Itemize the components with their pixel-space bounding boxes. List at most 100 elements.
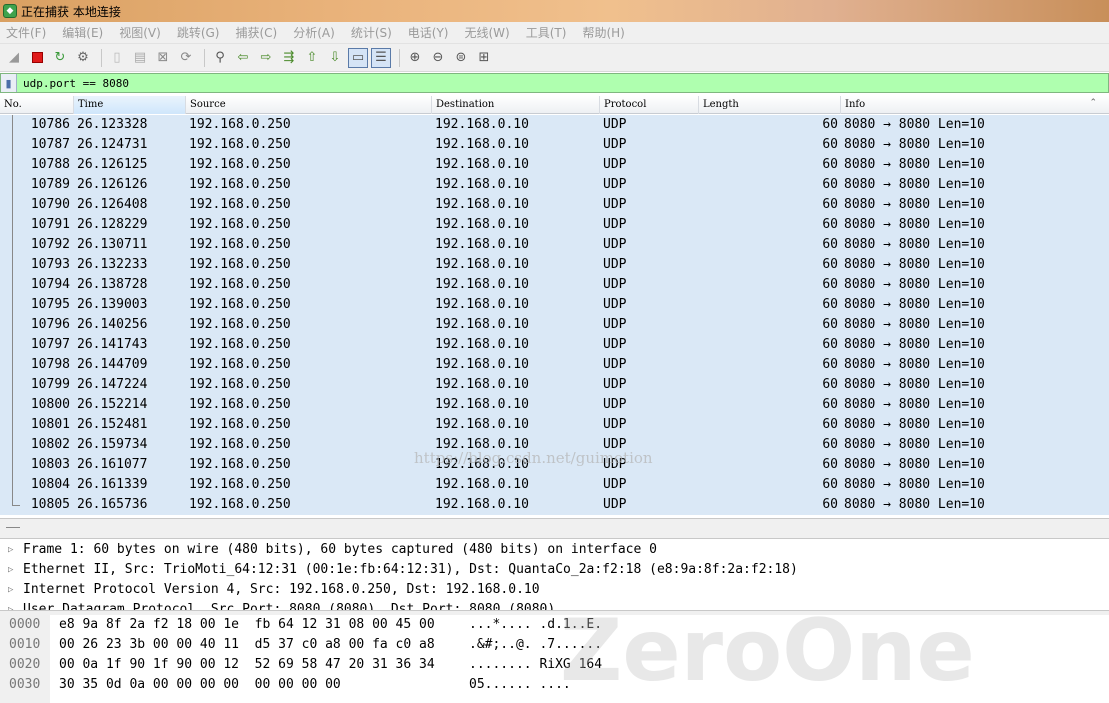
byte-ascii[interactable]: ...*.... .d.1..E.: [469, 615, 602, 635]
detail-ethernet[interactable]: ▷ Ethernet II, Src: TrioMoti_64:12:31 (00…: [0, 560, 1109, 580]
table-row[interactable]: 10796 26.140256 192.168.0.250 192.168.0.10 U…: [0, 315, 1109, 335]
capture-options-icon[interactable]: ⚙: [73, 48, 93, 68]
expand-arrow-icon[interactable]: ▷: [8, 560, 13, 580]
resize-columns-icon[interactable]: ⊞: [474, 48, 494, 68]
expand-arrow-icon[interactable]: ▷: [8, 600, 13, 610]
table-row[interactable]: 10803 26.161077 192.168.0.250 192.168.0.10 U…: [0, 455, 1109, 475]
cell-no: 10794: [30, 277, 70, 292]
byte-row[interactable]: 0000 e8 9a 8f 2a f2 18 00 1e fb 64 12 31…: [0, 615, 1109, 635]
menu-telephony[interactable]: 电话(Y): [408, 24, 449, 41]
table-row[interactable]: 10791 26.128229 192.168.0.250 192.168.0.10 U…: [0, 215, 1109, 235]
packet-list[interactable]: No. Time Source Destination Protocol Len…: [0, 96, 1109, 516]
last-packet-icon[interactable]: ⇩: [325, 48, 345, 68]
cell-length: 60: [822, 457, 838, 472]
cell-time: 26.130711: [77, 237, 148, 252]
first-packet-icon[interactable]: ⇧: [302, 48, 322, 68]
byte-ascii[interactable]: ........ RiXG 164: [469, 655, 602, 675]
packet-bytes-pane: 0000 e8 9a 8f 2a f2 18 00 1e fb 64 12 31…: [0, 615, 1109, 703]
byte-ascii[interactable]: .&#;..@. .7......: [469, 635, 602, 655]
go-to-packet-icon[interactable]: ⇶: [279, 48, 299, 68]
cell-source: 192.168.0.250: [189, 177, 291, 192]
cell-protocol: UDP: [603, 437, 627, 452]
table-row[interactable]: 10804 26.161339 192.168.0.250 192.168.0.10 U…: [0, 475, 1109, 495]
table-row[interactable]: 10798 26.144709 192.168.0.250 192.168.0.10 U…: [0, 355, 1109, 375]
byte-hex[interactable]: 00 0a 1f 90 1f 90 00 12 52 69 58 47 20 3…: [59, 655, 435, 675]
column-header-length[interactable]: Length: [699, 96, 841, 114]
cell-info: 8080 → 8080 Len=10: [844, 237, 985, 252]
byte-hex[interactable]: e8 9a 8f 2a f2 18 00 1e fb 64 12 31 08 0…: [59, 615, 435, 635]
table-row[interactable]: 10799 26.147224 192.168.0.250 192.168.0.10 U…: [0, 375, 1109, 395]
save-file-icon[interactable]: ▤: [130, 48, 150, 68]
menu-statistics[interactable]: 统计(S): [351, 24, 392, 41]
cell-protocol: UDP: [603, 177, 627, 192]
column-header-info[interactable]: Info: [841, 96, 1109, 114]
find-packet-icon[interactable]: ⚲: [210, 48, 230, 68]
expand-arrow-icon[interactable]: ▷: [8, 540, 13, 560]
zoom-in-icon[interactable]: ⊕: [405, 48, 425, 68]
menu-edit[interactable]: 编辑(E): [62, 24, 103, 41]
detail-udp[interactable]: ▷ User Datagram Protocol, Src Port: 8080 …: [0, 600, 1109, 610]
column-header-source[interactable]: Source: [186, 96, 432, 114]
zoom-out-icon[interactable]: ⊖: [428, 48, 448, 68]
table-row[interactable]: 10786 26.123328 192.168.0.250 192.168.0.10 U…: [0, 115, 1109, 135]
start-capture-icon[interactable]: ◢: [4, 48, 24, 68]
column-header-protocol[interactable]: Protocol: [600, 96, 699, 114]
table-row[interactable]: 10797 26.141743 192.168.0.250 192.168.0.10 U…: [0, 335, 1109, 355]
conversation-line: [12, 195, 13, 215]
restart-capture-icon[interactable]: ↻: [50, 48, 70, 68]
expand-arrow-icon[interactable]: ▷: [8, 580, 13, 600]
close-file-icon[interactable]: ⊠: [153, 48, 173, 68]
byte-hex[interactable]: 00 26 23 3b 00 00 40 11 d5 37 c0 a8 00 f…: [59, 635, 435, 655]
table-row[interactable]: 10802 26.159734 192.168.0.250 192.168.0.10 U…: [0, 435, 1109, 455]
column-header-no[interactable]: No.: [0, 96, 74, 114]
cell-destination: 192.168.0.10: [435, 137, 529, 152]
open-file-icon[interactable]: ▯: [107, 48, 127, 68]
menu-file[interactable]: 文件(F): [6, 24, 46, 41]
window-title: 正在捕获 本地连接: [21, 4, 121, 19]
normal-size-icon[interactable]: ⊜: [451, 48, 471, 68]
table-row[interactable]: 10787 26.124731 192.168.0.250 192.168.0.10 U…: [0, 135, 1109, 155]
table-row[interactable]: 10792 26.130711 192.168.0.250 192.168.0.10 U…: [0, 235, 1109, 255]
cell-no: 10800: [30, 397, 70, 412]
table-row[interactable]: 10800 26.152214 192.168.0.250 192.168.0.10 U…: [0, 395, 1109, 415]
column-header-destination[interactable]: Destination: [432, 96, 600, 114]
byte-ascii[interactable]: 05...... ....: [469, 675, 571, 695]
table-row[interactable]: 10795 26.139003 192.168.0.250 192.168.0.10 U…: [0, 295, 1109, 315]
cell-protocol: UDP: [603, 257, 627, 272]
pane-splitter[interactable]: [0, 518, 1109, 539]
go-forward-icon[interactable]: ⇨: [256, 48, 276, 68]
autoscroll-icon[interactable]: ▭: [348, 47, 368, 68]
menu-go[interactable]: 跳转(G): [177, 24, 220, 41]
detail-frame[interactable]: ▷ Frame 1: 60 bytes on wire (480 bits), 6…: [0, 540, 1109, 560]
cell-destination: 192.168.0.10: [435, 217, 529, 232]
menu-analyze[interactable]: 分析(A): [293, 24, 335, 41]
table-row[interactable]: 10801 26.152481 192.168.0.250 192.168.0.10 U…: [0, 415, 1109, 435]
column-header-time[interactable]: Time: [74, 96, 186, 114]
byte-row[interactable]: 0010 00 26 23 3b 00 00 40 11 d5 37 c0 a8…: [0, 635, 1109, 655]
table-row[interactable]: 10793 26.132233 192.168.0.250 192.168.0.10 U…: [0, 255, 1109, 275]
reload-file-icon[interactable]: ⟳: [176, 48, 196, 68]
cell-no: 10799: [30, 377, 70, 392]
menu-capture[interactable]: 捕获(C): [235, 24, 277, 41]
byte-row[interactable]: 0020 00 0a 1f 90 1f 90 00 12 52 69 58 47…: [0, 655, 1109, 675]
table-row[interactable]: 10790 26.126408 192.168.0.250 192.168.0.10 U…: [0, 195, 1109, 215]
menu-wireless[interactable]: 无线(W): [465, 24, 510, 41]
byte-row[interactable]: 0030 30 35 0d 0a 00 00 00 00 00 00 00 00…: [0, 675, 1109, 695]
cell-info: 8080 → 8080 Len=10: [844, 437, 985, 452]
menu-tools[interactable]: 工具(T): [526, 24, 567, 41]
menu-view[interactable]: 视图(V): [119, 24, 161, 41]
byte-offset: 0020: [9, 657, 41, 672]
display-filter-input[interactable]: [23, 76, 1023, 90]
menu-help[interactable]: 帮助(H): [582, 24, 624, 41]
colorize-icon[interactable]: ☰: [371, 47, 391, 68]
table-row[interactable]: 10788 26.126125 192.168.0.250 192.168.0.10 U…: [0, 155, 1109, 175]
table-row[interactable]: 10794 26.138728 192.168.0.250 192.168.0.10 U…: [0, 275, 1109, 295]
byte-hex[interactable]: 30 35 0d 0a 00 00 00 00 00 00 00 00: [59, 675, 341, 695]
cell-destination: 192.168.0.10: [435, 277, 529, 292]
go-back-icon[interactable]: ⇦: [233, 48, 253, 68]
bookmark-icon[interactable]: ▮: [1, 74, 17, 92]
table-row[interactable]: 10805 26.165736 192.168.0.250 192.168.0.10 U…: [0, 495, 1109, 515]
table-row[interactable]: 10789 26.126126 192.168.0.250 192.168.0.10 U…: [0, 175, 1109, 195]
stop-capture-icon[interactable]: [27, 48, 47, 68]
detail-ipv4[interactable]: ▷ Internet Protocol Version 4, Src: 192.1…: [0, 580, 1109, 600]
